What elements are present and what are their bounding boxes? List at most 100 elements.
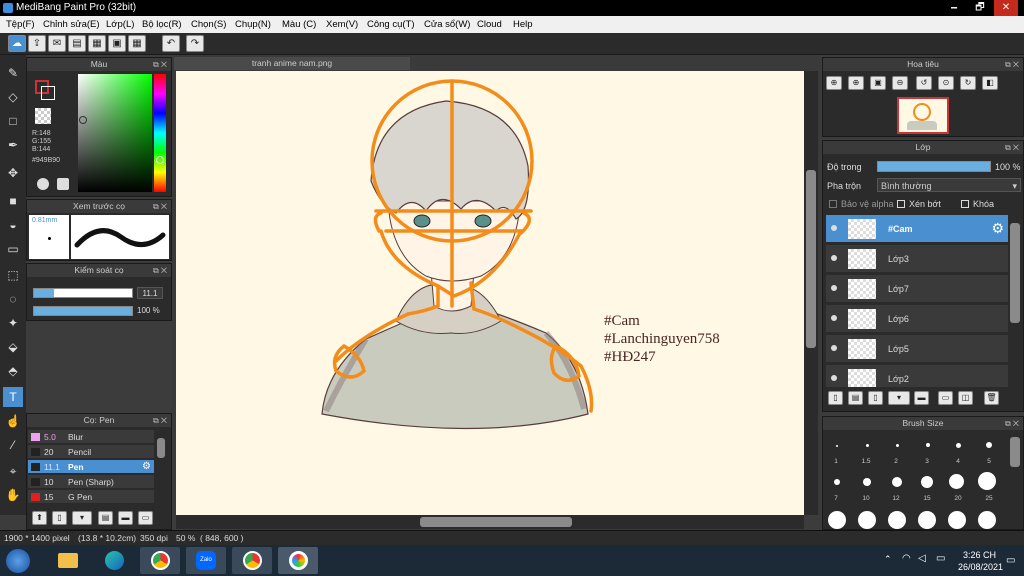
select-eraser-icon[interactable]: ⬘ (3, 361, 23, 381)
language-icon[interactable]: ▭ (936, 553, 945, 564)
hue-slider[interactable] (154, 74, 166, 192)
document-tab[interactable]: tranh anime nam.png (174, 57, 410, 70)
drawing-canvas[interactable]: #Cam #Lanchinguyen758 #HĐ247 (176, 71, 804, 515)
alpha-protect-checkbox[interactable] (829, 200, 837, 208)
menu-layer[interactable]: Lớp(L) (106, 19, 134, 30)
new-layer-icon[interactable]: ▯ (828, 391, 843, 405)
nav-flip-icon[interactable]: ◧ (982, 76, 998, 90)
panel-close-icon[interactable]: ⧉ ✕ (153, 414, 167, 427)
brush-folder-icon[interactable]: ▬ (118, 511, 133, 525)
brush-size-row3-3[interactable] (888, 511, 906, 529)
brush-size-1-5[interactable] (866, 444, 869, 447)
text-tool-icon[interactable]: T (3, 387, 23, 407)
chrome-icon[interactable] (140, 547, 180, 574)
menu-file[interactable]: Tệp(F) (6, 19, 35, 30)
brush-size-5[interactable] (986, 442, 992, 448)
panel-close-icon[interactable]: ⧉ ✕ (1005, 141, 1019, 154)
brush-size-1[interactable] (836, 445, 838, 447)
brush-settings-icon[interactable]: ▤ (98, 511, 113, 525)
gradient-tool-icon[interactable]: ▭ (3, 239, 23, 259)
chevron-up-icon[interactable]: ⌃ (884, 554, 892, 565)
new-brush-icon[interactable]: ▯ (52, 511, 67, 525)
delete-layer-icon[interactable]: 🗑 (984, 391, 999, 405)
menu-tools[interactable]: Công cụ(T) (367, 19, 415, 30)
brush-size-7[interactable] (834, 479, 840, 485)
zalo-icon[interactable]: Zalo (186, 547, 226, 574)
eye-icon[interactable] (831, 255, 837, 261)
brush-item-pen-sharp[interactable]: 10 Pen (Sharp) (28, 475, 154, 489)
add-brush-icon[interactable]: ⬆ (32, 511, 47, 525)
select-rect-icon[interactable]: ⬚ (3, 265, 23, 285)
layer-folder-icon[interactable]: ▬ (914, 391, 929, 405)
vertical-scroll-thumb[interactable] (806, 170, 816, 348)
panel-close-icon[interactable]: ⧉ ✕ (153, 58, 167, 71)
eye-icon[interactable] (831, 225, 837, 231)
undo-icon[interactable]: ↶ (162, 35, 180, 52)
layer-item-lop2[interactable]: Lớp2 (826, 365, 1008, 387)
new-layer-sheet-icon[interactable]: ▤ (848, 391, 863, 405)
edge-icon[interactable] (94, 547, 134, 574)
bucket-tool-icon[interactable]: ◒ (3, 215, 23, 235)
menu-help[interactable]: Help (513, 19, 533, 30)
brush-size-3[interactable] (926, 443, 930, 447)
menu-color[interactable]: Màu (C) (282, 19, 316, 30)
brush-copy-icon[interactable]: ▭ (138, 511, 153, 525)
brush-size-20[interactable] (949, 474, 964, 489)
layer-item-cam[interactable]: #Cam ⚙ (826, 215, 1008, 243)
layer-item-lop3[interactable]: Lớp3 (826, 245, 1008, 273)
layer-opacity-slider[interactable] (877, 161, 991, 172)
nav-zoom-out-icon[interactable]: ⊕ (848, 76, 864, 90)
eye-icon[interactable] (831, 345, 837, 351)
menu-edit[interactable]: Chỉnh sửa(E) (43, 19, 100, 30)
brush-size-value[interactable]: 11.1 (137, 287, 163, 299)
comment-icon[interactable]: ✉ (48, 35, 66, 52)
gear-icon[interactable]: ⚙ (142, 461, 151, 472)
maximize-button[interactable]: 🗗 (968, 0, 992, 16)
upload-icon[interactable]: ⇪ (28, 35, 46, 52)
eye-icon[interactable] (831, 315, 837, 321)
eraser-tool-icon[interactable]: ◇ (3, 87, 23, 107)
brush-size-row3-6[interactable] (978, 511, 996, 529)
brush-size-10[interactable] (863, 478, 871, 486)
brush-size-4[interactable] (956, 443, 961, 448)
brush-size-row3-5[interactable] (948, 511, 966, 529)
fill-rect-tool-icon[interactable]: ■ (3, 191, 23, 211)
brush-size-15[interactable] (921, 476, 933, 488)
chrome-icon-2[interactable] (232, 547, 272, 574)
color-cursor[interactable] (79, 116, 87, 124)
nav-rotate-right-icon[interactable]: ↻ (960, 76, 976, 90)
lock-checkbox[interactable] (961, 200, 969, 208)
move-tool-icon[interactable]: ✥ (3, 163, 23, 183)
pen-tool-icon[interactable]: ✒ (3, 135, 23, 155)
grid-icon[interactable]: ▦ (128, 35, 146, 52)
brush-item-pencil[interactable]: 20 Pencil (28, 445, 154, 459)
hue-cursor[interactable] (156, 156, 164, 164)
page-icon[interactable]: ▦ (88, 35, 106, 52)
rect-tool-icon[interactable]: □ (3, 111, 23, 131)
notification-icon[interactable]: ▭ (1006, 555, 1015, 566)
lasso-tool-icon[interactable]: ◌ (3, 289, 23, 309)
layer-list-scrollbar[interactable] (1008, 215, 1022, 387)
palette-icon[interactable] (37, 178, 49, 190)
brush-menu-icon[interactable]: ▾ (72, 511, 92, 525)
menu-window[interactable]: Cửa sổ(W) (424, 19, 470, 30)
layer-item-lop5[interactable]: Lớp5 (826, 335, 1008, 363)
close-button[interactable]: ✕ (994, 0, 1018, 16)
hand-tool-icon[interactable]: ✋ (3, 485, 23, 505)
medibang-icon[interactable] (278, 547, 318, 574)
eyedropper-icon[interactable]: ⁄ (3, 435, 23, 455)
menu-view[interactable]: Xem(V) (326, 19, 358, 30)
menu-cloud[interactable]: Cloud (477, 19, 502, 30)
saturation-value-picker[interactable] (78, 74, 152, 192)
navigator-thumbnail[interactable] (897, 97, 949, 134)
layer-scroll-thumb[interactable] (1010, 223, 1020, 323)
brush-size-scroll-thumb[interactable] (1010, 437, 1020, 467)
menu-filter[interactable]: Bộ lọc(R) (142, 19, 182, 30)
brush-size-25[interactable] (978, 472, 996, 490)
brush-size-2[interactable] (896, 444, 899, 447)
brush-size-row3-4[interactable] (918, 511, 936, 529)
layout-icon[interactable]: ▣ (108, 35, 126, 52)
menu-snap[interactable]: Chụp(N) (235, 19, 271, 30)
operation-tool-icon[interactable]: ☝ (3, 411, 23, 431)
eye-icon[interactable] (831, 375, 837, 381)
